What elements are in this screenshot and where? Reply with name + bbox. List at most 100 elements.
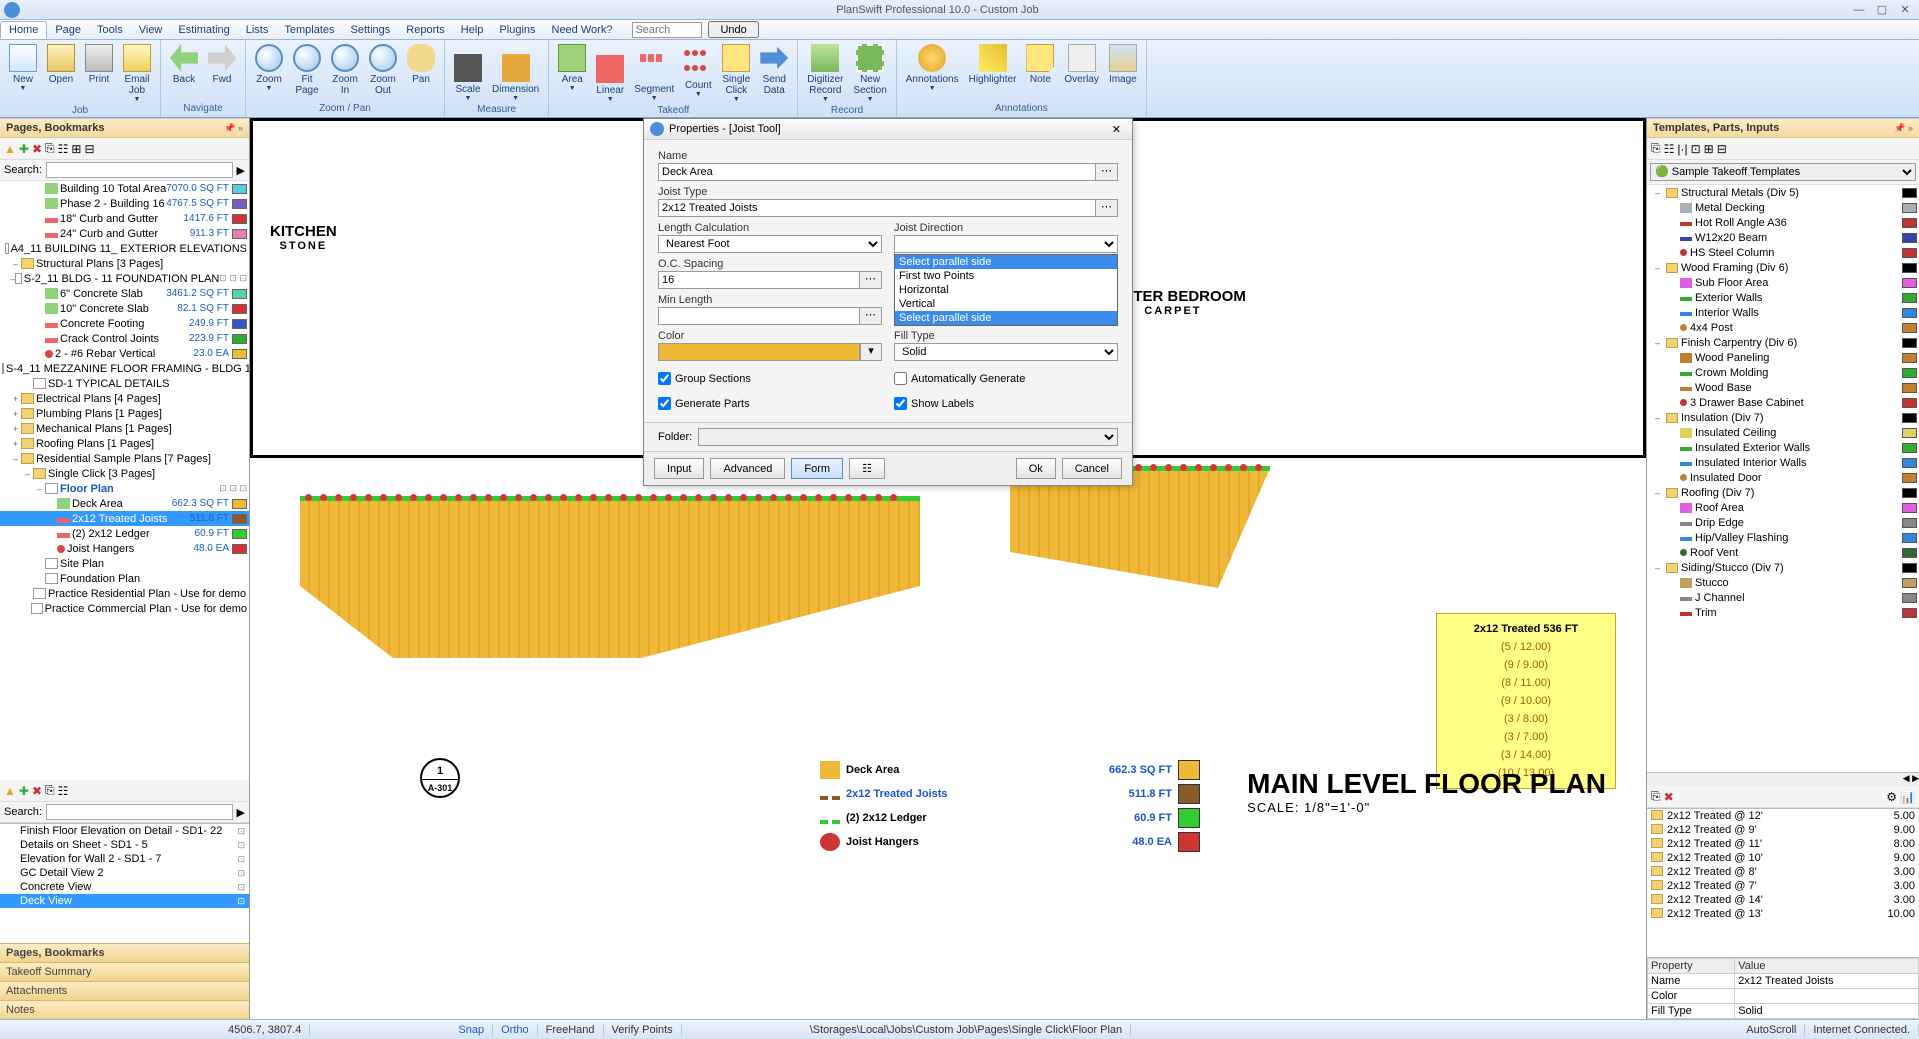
status-mode-ortho[interactable]: Ortho [493, 1024, 538, 1036]
search-go-icon[interactable]: ▶ [237, 164, 245, 177]
menu-lists[interactable]: Lists [238, 22, 277, 38]
fill-type-select[interactable]: Solid [894, 343, 1118, 361]
menu-view[interactable]: View [131, 22, 171, 38]
dig-button[interactable]: DigitizerRecord▼ [802, 42, 848, 105]
template-row[interactable]: –Roofing (Div 7) [1647, 485, 1919, 500]
tree-row[interactable]: 2x12 Treated Joists511.8 FT [0, 511, 249, 526]
tree-row[interactable]: 18" Curb and Gutter1417.6 FT [0, 211, 249, 226]
template-row[interactable]: –Insulation (Div 7) [1647, 410, 1919, 425]
template-row[interactable]: Drip Edge [1647, 515, 1919, 530]
tree-row[interactable]: Crack Control Joints223.9 FT [0, 331, 249, 346]
chevron-down-icon[interactable]: ▼ [822, 96, 829, 103]
templates-dropdown[interactable]: 🟢 Sample Takeoff Templates [1650, 163, 1916, 181]
template-row[interactable]: HS Steel Column [1647, 245, 1919, 260]
minimize-icon[interactable]: — [1849, 4, 1869, 16]
tree-row[interactable]: 2 - #6 Rebar Vertical23.0 EA [0, 346, 249, 361]
templates-tree[interactable]: –Structural Metals (Div 5)Metal DeckingH… [1647, 185, 1919, 772]
template-row[interactable]: Exterior Walls [1647, 290, 1919, 305]
chevron-down-icon[interactable]: ▼ [867, 96, 874, 103]
input-button[interactable]: Input [654, 458, 704, 479]
tree-row[interactable]: –Single Click [3 Pages] [0, 466, 249, 481]
template-row[interactable]: Stucco [1647, 575, 1919, 590]
delete-icon[interactable]: ✖ [1664, 790, 1674, 804]
chevron-down-icon[interactable]: ▼ [651, 95, 658, 102]
tree-row[interactable]: Practice Residential Plan - Use for demo [0, 586, 249, 601]
template-row[interactable]: W12x20 Beam [1647, 230, 1919, 245]
template-row[interactable]: Roof Area [1647, 500, 1919, 515]
overlay-button[interactable]: Overlay [1059, 42, 1103, 87]
part-row[interactable]: 2x12 Treated @ 12'5.00 [1647, 809, 1919, 823]
open-button[interactable]: Open [42, 42, 80, 87]
tree-row[interactable]: Concrete Footing249.9 FT [0, 316, 249, 331]
template-row[interactable]: Crown Molding [1647, 365, 1919, 380]
template-row[interactable]: Sub Floor Area [1647, 275, 1919, 290]
fit-button[interactable]: FitPage [288, 42, 326, 98]
tree-row[interactable]: –Floor Plan⊡ ⊡ ⊡ [0, 481, 249, 496]
color-swatch[interactable] [658, 343, 860, 361]
tree-row[interactable]: –Residential Sample Plans [7 Pages] [0, 451, 249, 466]
tree-row[interactable]: Deck Area662.3 SQ FT [0, 496, 249, 511]
menu-estimating[interactable]: Estimating [170, 22, 237, 38]
dropdown-option[interactable]: First two Points [895, 269, 1117, 283]
tree-row[interactable]: Phase 2 - Building 164767.5 SQ FT [0, 196, 249, 211]
template-row[interactable]: –Structural Metals (Div 5) [1647, 185, 1919, 200]
list-item[interactable]: Deck View⊡ [0, 894, 249, 908]
auto-generate-checkbox[interactable] [894, 372, 907, 385]
oc-spacing-field[interactable] [658, 271, 860, 289]
menu-tools[interactable]: Tools [89, 22, 131, 38]
collapse-icon[interactable]: ⊟ [84, 142, 94, 156]
tree-row[interactable]: SD-1 TYPICAL DETAILS [0, 376, 249, 391]
form-button[interactable]: Form [791, 458, 843, 479]
template-row[interactable]: Hot Roll Angle A36 [1647, 215, 1919, 230]
properties-grid[interactable]: PropertyValueName2x12 Treated JoistsColo… [1647, 958, 1919, 1019]
list-item[interactable]: Elevation for Wall 2 - SD1 - 7⊡ [0, 852, 249, 866]
linear-button[interactable]: Linear▼ [591, 42, 629, 105]
name-field[interactable] [658, 163, 1096, 181]
props-icon[interactable]: ☷ [1664, 142, 1675, 156]
tree-row[interactable]: (2) 2x12 Ledger60.9 FT [0, 526, 249, 541]
area-button[interactable]: Area▼ [553, 42, 591, 94]
tree-row[interactable]: –S-2_11 BLDG - 11 FOUNDATION PLAN⊡ ⊡ ⊡ [0, 271, 249, 286]
dropdown-option[interactable]: Vertical [895, 297, 1117, 311]
template-row[interactable]: –Finish Carpentry (Div 6) [1647, 335, 1919, 350]
joist-direction-select[interactable] [894, 235, 1118, 253]
tree-row[interactable]: 6" Concrete Slab3461.2 SQ FT [0, 286, 249, 301]
props-icon[interactable]: ☷ [58, 142, 69, 156]
drawing-viewport[interactable]: Add Double Joist KITCHENSTONESITTING ARE… [250, 118, 1646, 1019]
up-icon[interactable]: ▲ [4, 784, 16, 798]
joist-type-more-icon[interactable]: ⋯ [1096, 199, 1118, 217]
pin-icon[interactable]: 📌 » [1894, 123, 1913, 134]
stack-takeoff-summary[interactable]: Takeoff Summary [0, 962, 249, 981]
list-item[interactable]: Finish Floor Elevation on Detail - SD1- … [0, 824, 249, 838]
image-button[interactable]: Image [1104, 42, 1142, 87]
undo-button[interactable]: Undo [708, 21, 758, 38]
status-mode-freehand[interactable]: FreeHand [538, 1024, 604, 1036]
template-row[interactable]: J Channel [1647, 590, 1919, 605]
list-item[interactable]: Details on Sheet - SD1 - 5⊡ [0, 838, 249, 852]
dropdown-option[interactable]: Horizontal [895, 283, 1117, 297]
tree-row[interactable]: +Roofing Plans [1 Pages] [0, 436, 249, 451]
template-row[interactable]: Insulated Exterior Walls [1647, 440, 1919, 455]
menu-home[interactable]: Home [0, 21, 47, 39]
expand-icon[interactable]: ⊞ [1704, 142, 1714, 156]
dropdown-option[interactable]: Select parallel side [895, 255, 1117, 269]
chevron-down-icon[interactable]: ▼ [465, 95, 472, 102]
layout-icon-button[interactable]: ☷ [849, 458, 885, 479]
oc-more-icon[interactable]: ⋯ [860, 271, 882, 289]
template-row[interactable]: Wood Base [1647, 380, 1919, 395]
cancel-button[interactable]: Cancel [1062, 458, 1122, 479]
chevron-down-icon[interactable]: ▼ [134, 96, 141, 103]
menu-templates[interactable]: Templates [276, 22, 342, 38]
chevron-down-icon[interactable]: ▼ [929, 85, 936, 92]
zout-button[interactable]: ZoomOut [364, 42, 402, 98]
status-autoscroll[interactable]: AutoScroll [1738, 1024, 1805, 1036]
tree-row[interactable]: –Structural Plans [3 Pages] [0, 256, 249, 271]
min-more-icon[interactable]: ⋯ [860, 307, 882, 325]
template-row[interactable]: –Siding/Stucco (Div 7) [1647, 560, 1919, 575]
tree-row[interactable]: +Mechanical Plans [1 Pages] [0, 421, 249, 436]
maximize-icon[interactable]: ▢ [1872, 3, 1892, 16]
delete-icon[interactable]: ✖ [32, 784, 42, 798]
joist-type-field[interactable] [658, 199, 1096, 217]
copy-icon[interactable]: ⎘ [1651, 789, 1661, 804]
seg-button[interactable]: Segment▼ [629, 42, 679, 104]
